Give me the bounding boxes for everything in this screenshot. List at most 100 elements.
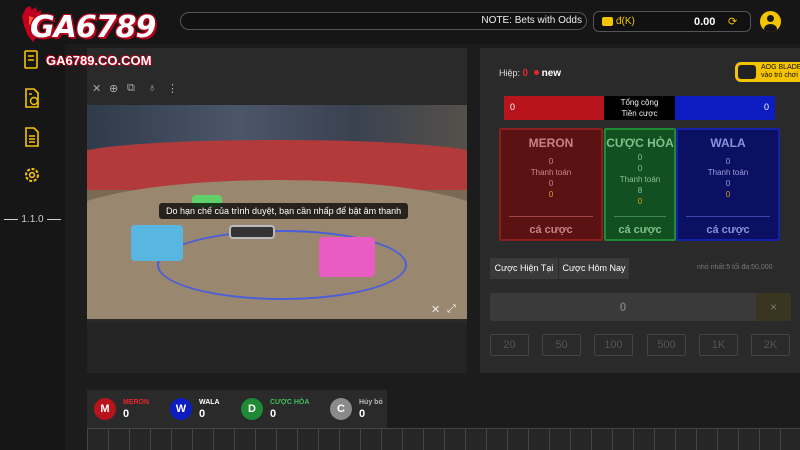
scoreboard: M MERON 0 W WALA 0 D CƯỢC HÒA 0 C Hủy bỏ… (87, 390, 800, 450)
draw-bet-box[interactable]: CƯỢC HÒA 0 0 Thanh toán 8 0 cá cược (604, 128, 676, 241)
pink-stool (319, 237, 375, 277)
report-icon[interactable] (23, 127, 41, 147)
logo-domain: GA6789.CO.COM (46, 53, 152, 68)
total-label-line1: Tổng cộng (620, 98, 659, 107)
wala-total-value: 0 (763, 102, 769, 112)
close-icon[interactable]: ✕ (431, 303, 440, 316)
below-video-area (87, 322, 467, 373)
tab-current-bets[interactable]: Cược Hiện Tại (490, 258, 558, 279)
more-icon[interactable]: ⋮ (167, 82, 178, 95)
divider (614, 216, 666, 217)
chip-button[interactable]: 1K (699, 334, 738, 356)
score-label: Hủy bỏ (359, 399, 383, 406)
sidebar: 1.1.0 (0, 44, 65, 450)
side-line: 0 (637, 164, 643, 173)
game-badge-icon (738, 65, 756, 79)
brand-logo[interactable]: GA6789 GA6789.CO.COM (20, 2, 180, 72)
logo-text: GA6789 (30, 10, 156, 45)
download-icon[interactable]: ⊕ (109, 82, 118, 95)
score-count: 0 (359, 408, 366, 420)
clear-amount-button[interactable]: × (756, 293, 791, 321)
draw-bet-button[interactable]: cá cược (606, 224, 674, 236)
chip-button[interactable]: 50 (542, 334, 581, 356)
round-number: 0 (522, 68, 529, 79)
draw-badge: D (241, 398, 263, 420)
bet-amount-value: 0 (619, 300, 627, 314)
coin-icon (602, 17, 613, 26)
wala-badge: W (170, 398, 192, 420)
total-label: Tổng cộng Tiền cược (604, 96, 675, 120)
side-name: WALA (710, 136, 746, 150)
currency-label: đ(K) (616, 16, 635, 27)
score-count: 0 (270, 408, 277, 420)
divider (509, 216, 593, 217)
status-dot-icon (533, 70, 539, 75)
video-toolbar: ✕ ⊕ ⧉ ♁ ⋮ (87, 79, 467, 99)
close-icon[interactable]: ✕ (92, 82, 101, 95)
side-line: 0 (725, 179, 731, 188)
bet-limits: nhỏ nhất:5 tối đa:50,000 (697, 264, 773, 271)
tab-today-bets[interactable]: Cược Hôm Nay (559, 258, 629, 279)
round-info: Hiệp: 0 new (499, 68, 561, 79)
bulb-icon[interactable]: ♁ (148, 82, 156, 94)
chip-button[interactable]: 20 (490, 334, 529, 356)
audio-caption[interactable]: Do hạn chế của trình duyệt, bạn cần nhấp… (159, 203, 409, 219)
chip-button[interactable]: 100 (594, 334, 633, 356)
wala-total: 0 (675, 96, 775, 120)
chip-button[interactable]: 2K (751, 334, 790, 356)
meron-badge: M (94, 398, 116, 420)
result-road-grid (87, 428, 800, 450)
notice-marquee: NOTE: Bets with Odds (180, 12, 587, 30)
settings-icon[interactable] (23, 165, 41, 185)
side-line: 8 (637, 186, 643, 195)
score-count: 0 (199, 408, 206, 420)
top-bar: GA6789 GA6789.CO.COM NOTE: Bets with Odd… (0, 0, 800, 68)
score-label: WALA (199, 399, 220, 406)
round-label: Hiệp: (499, 68, 521, 78)
bet-panel: Hiệp: 0 new AOG BLADE vào trò chơi 0 Tổn… (480, 48, 800, 373)
total-bets-bar: 0 Tổng cộng Tiền cược 0 (504, 96, 775, 120)
side-line: 0 (637, 197, 643, 206)
app-version: 1.1.0 (0, 214, 65, 225)
side-name: MERON (528, 136, 574, 150)
score-count: 0 (123, 408, 130, 420)
notice-text: NOTE: Bets with Odds (481, 15, 582, 26)
refresh-icon[interactable]: ⟳ (728, 15, 737, 28)
side-line: 0 (725, 157, 731, 166)
wala-bet-box[interactable]: WALA 0 Thanh toán 0 0 cá cược (676, 128, 780, 241)
scale-device (229, 225, 275, 239)
live-stream-video[interactable]: Do hạn chế của trình duyệt, bạn cần nhấp… (87, 105, 467, 319)
side-line: 0 (548, 190, 554, 199)
score-label: MERON (123, 399, 150, 406)
side-line: Thanh toán (619, 175, 661, 184)
promo-line1: AOG BLADE (761, 64, 800, 71)
bet-amount-input[interactable]: 0 × (490, 293, 791, 321)
side-line: Thanh toán (530, 168, 572, 177)
balance-amount: 0.00 (694, 16, 716, 28)
wala-bet-button[interactable]: cá cược (678, 224, 778, 236)
meron-bet-button[interactable]: cá cược (501, 224, 601, 236)
money-doc-icon[interactable] (23, 88, 41, 108)
blue-stool (131, 225, 183, 261)
fullscreen-icon[interactable]: ⤢ (447, 303, 456, 316)
side-name: CƯỢC HÒA (606, 136, 674, 150)
side-line: 0 (548, 179, 554, 188)
divider (686, 216, 770, 217)
round-status: new (541, 68, 562, 79)
meron-total-value: 0 (510, 102, 516, 112)
wallet-balance: đ(K) 0.00 ⟳ (593, 11, 751, 32)
meron-total: 0 (504, 96, 604, 120)
cancel-badge: C (330, 398, 352, 420)
user-icon[interactable] (760, 11, 781, 32)
score-label: CƯỢC HÒA (270, 399, 310, 406)
side-line: 0 (725, 190, 731, 199)
promo-banner[interactable]: AOG BLADE vào trò chơi (735, 62, 800, 82)
pip-icon[interactable]: ⧉ (127, 82, 135, 95)
promo-line2: vào trò chơi (761, 72, 798, 79)
total-label-line2: Tiền cược (621, 109, 658, 118)
side-line: 0 (548, 157, 554, 166)
side-line: Thanh toán (707, 168, 749, 177)
meron-bet-box[interactable]: MERON 0 Thanh toán 0 0 cá cược (499, 128, 603, 241)
side-line: 0 (637, 153, 643, 162)
chip-button[interactable]: 500 (647, 334, 686, 356)
